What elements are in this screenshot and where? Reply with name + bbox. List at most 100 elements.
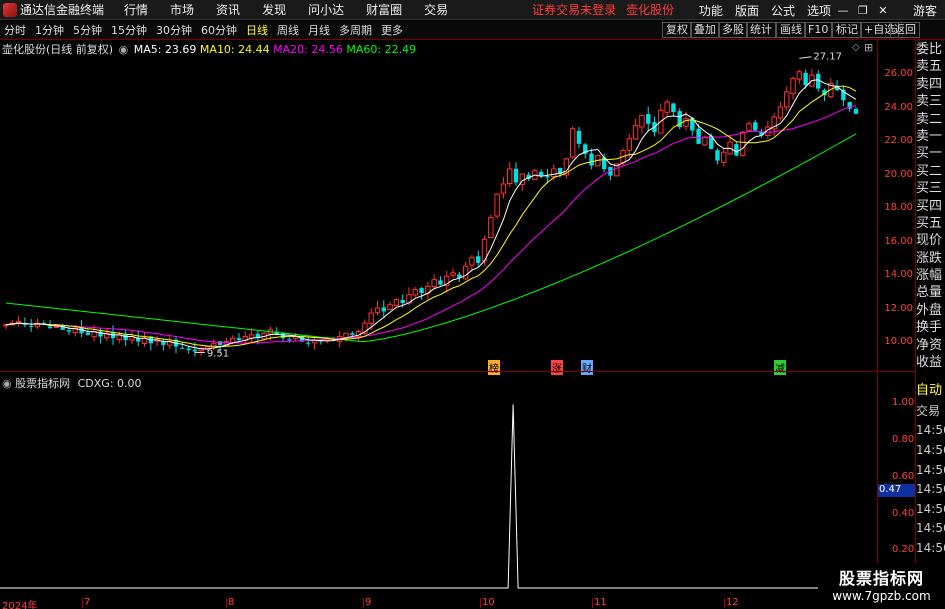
draw-line-button[interactable]: 画线 — [776, 22, 806, 38]
quote-field-label[interactable]: 买五 — [916, 215, 945, 232]
candle-body — [280, 333, 286, 339]
mark-button[interactable]: 标记 — [832, 22, 862, 38]
menu-shichang[interactable]: 市场 — [170, 1, 194, 18]
period-monthly[interactable]: 月线 — [308, 22, 330, 38]
period-1min[interactable]: 1分钟 — [35, 22, 64, 38]
high-annotation: 27.17 — [813, 52, 842, 63]
back-button[interactable]: 返回 — [890, 22, 920, 38]
kline-chart[interactable]: 27.17 9.51 — [0, 40, 878, 370]
guest-label[interactable]: 游客 — [913, 2, 937, 19]
quote-field-label[interactable]: 委比 — [916, 41, 945, 58]
candle-body — [306, 342, 311, 344]
quote-field-label[interactable]: 外盘 — [916, 302, 945, 319]
period-60min[interactable]: 60分钟 — [201, 22, 237, 38]
expand-icon[interactable]: ⊞ — [864, 41, 873, 54]
price-tick-label: 20.00 — [884, 168, 913, 180]
price-tick-label: 16.00 — [884, 235, 913, 247]
period-fenshi[interactable]: 分时 — [4, 22, 26, 38]
quote-field-label[interactable]: 买三 — [916, 180, 945, 197]
trade-tab[interactable]: 交易 — [916, 401, 945, 421]
candle-body — [746, 123, 752, 132]
stats-button[interactable]: 统计 — [746, 22, 776, 38]
ma20-line — [5, 105, 857, 344]
tick-time: 14:56 — [916, 540, 945, 555]
menu-wenxiaoda[interactable]: 问小达 — [308, 1, 344, 18]
candle-body — [702, 136, 708, 146]
candle-body — [66, 330, 72, 332]
period-daily[interactable]: 日线 — [246, 22, 268, 38]
candle-body — [229, 337, 236, 344]
legend-settings-icon[interactable]: ◉ — [119, 43, 129, 56]
quote-field-label[interactable]: 买一 — [916, 145, 945, 162]
quote-field-label[interactable]: 总量 — [916, 284, 945, 301]
quote-field-label[interactable]: 买二 — [916, 163, 945, 180]
menu-xuanxiang[interactable]: 选项 — [807, 2, 831, 19]
candle-body — [507, 168, 513, 184]
indicator-tick-label: 0.20 — [892, 544, 915, 556]
fuquan-button[interactable]: 复权 — [662, 22, 692, 38]
period-more[interactable]: 更多 — [381, 22, 403, 38]
period-5min[interactable]: 5分钟 — [73, 22, 102, 38]
quote-field-label[interactable]: 卖三 — [916, 93, 945, 110]
menu-gongneng[interactable]: 功能 — [699, 2, 723, 19]
candle-body — [538, 171, 544, 176]
trade-login-warning[interactable]: 证券交易未登录 — [532, 1, 616, 18]
quote-field-label[interactable]: 收益 — [916, 354, 945, 371]
ma20-label: MA20: 24.56 — [273, 43, 343, 56]
tick-time: 14:56 — [916, 521, 945, 536]
quote-field-label[interactable]: 净资 — [916, 337, 945, 354]
multi-stock-button[interactable]: 多股 — [718, 22, 748, 38]
candle-body — [696, 128, 701, 144]
date-tick — [226, 598, 227, 608]
quote-field-label[interactable]: 卖五 — [916, 58, 945, 75]
candle-body — [85, 332, 91, 335]
menu-caifuquan[interactable]: 财富圈 — [366, 1, 402, 18]
quote-field-label[interactable]: 现价 — [916, 232, 945, 249]
period-weekly[interactable]: 周线 — [277, 22, 299, 38]
candle-body — [450, 272, 456, 276]
overlay-button[interactable]: 叠加 — [690, 22, 720, 38]
menu-hangqing[interactable]: 行情 — [124, 1, 148, 18]
menu-gongshi[interactable]: 公式 — [771, 2, 795, 19]
menu-jiaoyi[interactable]: 交易 — [424, 1, 448, 18]
candle-body — [387, 304, 393, 310]
candle-body — [28, 325, 34, 327]
ma10-line — [5, 85, 857, 348]
indicator-settings-icon[interactable]: ◉ — [2, 377, 12, 390]
price-tick-label: 14.00 — [884, 269, 913, 281]
quote-field-label[interactable]: 卖二 — [916, 111, 945, 128]
quote-field-label[interactable]: 卖四 — [916, 76, 945, 93]
indicator-chart[interactable] — [0, 372, 878, 598]
candle-body — [626, 138, 633, 151]
quote-field-label[interactable]: 卖一 — [916, 128, 945, 145]
f10-button[interactable]: F10 — [804, 22, 833, 38]
candle-body — [734, 144, 739, 156]
quote-field-label[interactable]: 买四 — [916, 198, 945, 215]
menu-faxian[interactable]: 发现 — [262, 1, 286, 18]
close-icon[interactable]: ✕ — [875, 4, 891, 17]
minimize-icon[interactable]: — — [835, 4, 851, 17]
current-stock-name: 壶化股份 — [626, 3, 675, 17]
quote-field-label[interactable]: 换手 — [916, 319, 945, 336]
candle-body — [488, 217, 494, 239]
candle-body — [287, 339, 292, 341]
diamond-icon[interactable]: ◇ — [852, 42, 860, 53]
candle-body — [545, 176, 550, 178]
date-tick — [480, 598, 481, 608]
quote-field-label[interactable]: 涨幅 — [916, 267, 945, 284]
period-30min[interactable]: 30分钟 — [156, 22, 192, 38]
auto-tab[interactable]: 自动 — [916, 381, 945, 401]
candle-body — [816, 73, 821, 89]
tick-time: 14:56 — [916, 423, 945, 438]
candle-body — [500, 183, 507, 194]
candle-body — [123, 334, 128, 340]
menu-banmian[interactable]: 版面 — [735, 2, 759, 19]
chart-title: 壶化股份(日线 前复权) — [2, 43, 114, 56]
period-multi[interactable]: 多周期 — [339, 22, 372, 38]
candle-body — [639, 114, 645, 128]
period-15min[interactable]: 15分钟 — [111, 22, 147, 38]
app-logo-icon — [3, 2, 17, 17]
restore-icon[interactable]: ❐ — [855, 4, 871, 17]
quote-field-label[interactable]: 涨跌 — [916, 250, 945, 267]
menu-zixun[interactable]: 资讯 — [216, 1, 240, 18]
